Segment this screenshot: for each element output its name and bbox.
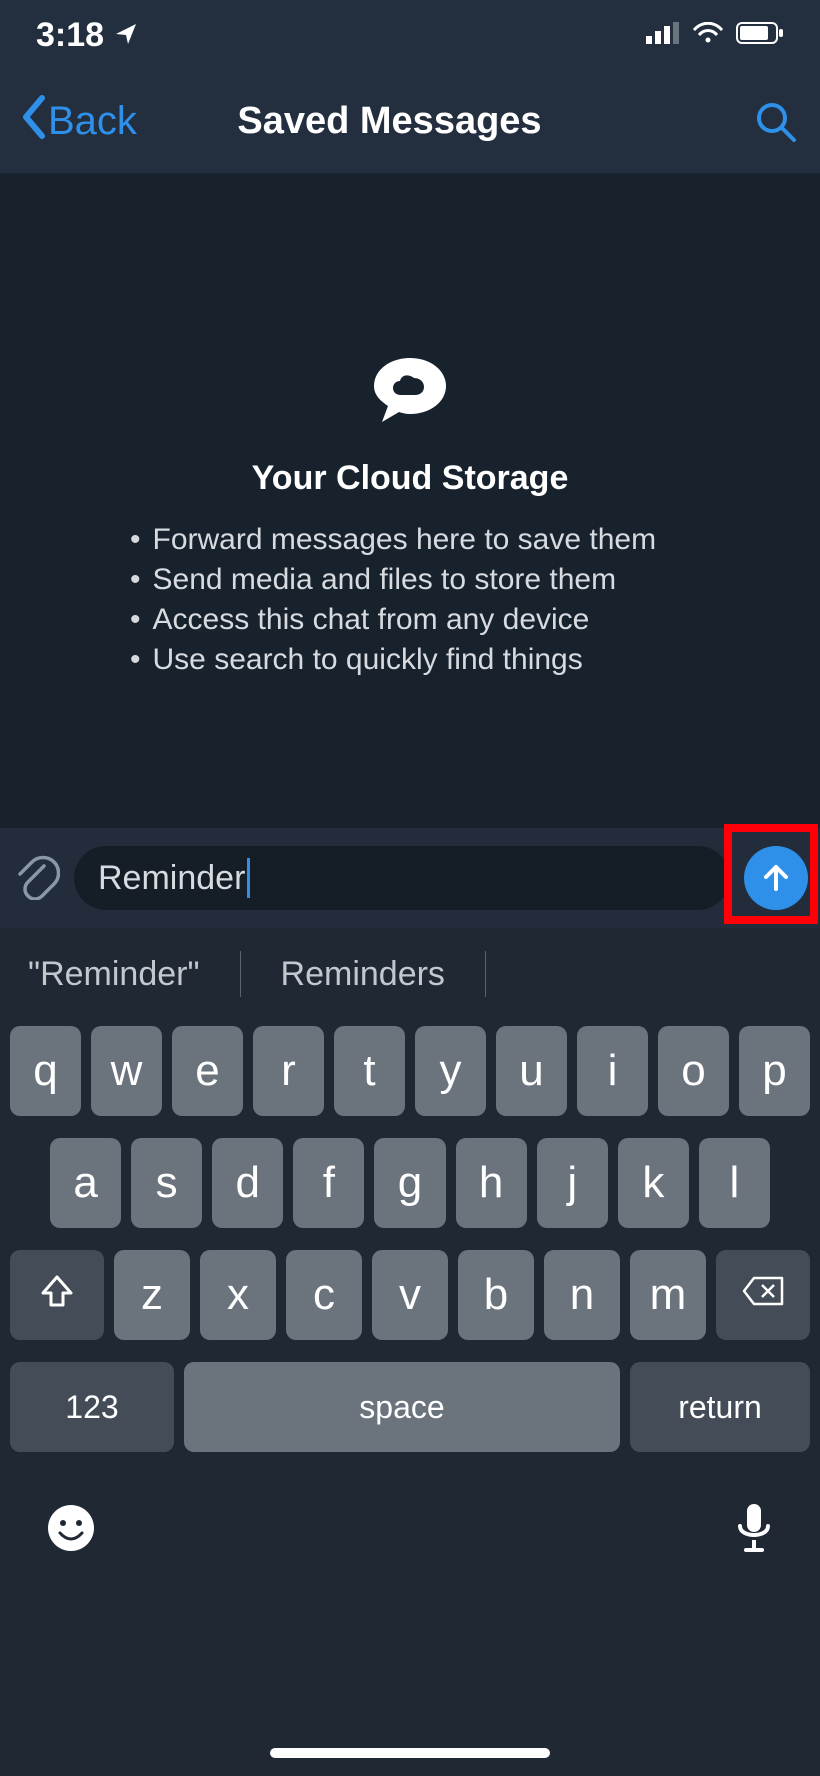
- key-p[interactable]: p: [739, 1026, 810, 1116]
- key-row-1: q w e r t y u i o p: [10, 1026, 810, 1116]
- suggestion-separator: [240, 951, 241, 997]
- key-e[interactable]: e: [172, 1026, 243, 1116]
- suggestion-item[interactable]: "Reminder": [28, 955, 200, 994]
- keyboard-suggestions: "Reminder" Reminders: [0, 928, 820, 1020]
- key-s[interactable]: s: [131, 1138, 202, 1228]
- shift-key[interactable]: [10, 1250, 104, 1340]
- key-h[interactable]: h: [456, 1138, 527, 1228]
- status-icons: [646, 22, 784, 49]
- key-a[interactable]: a: [50, 1138, 121, 1228]
- empty-state-bullet: Use search to quickly find things: [130, 640, 690, 680]
- message-composer: Reminder: [0, 828, 820, 928]
- key-row-3: z x c v b n m: [10, 1250, 810, 1340]
- key-u[interactable]: u: [496, 1026, 567, 1116]
- home-indicator[interactable]: [270, 1748, 550, 1758]
- key-f[interactable]: f: [293, 1138, 364, 1228]
- cloud-bubble-icon: [368, 354, 452, 431]
- shift-icon: [39, 1273, 75, 1317]
- key-y[interactable]: y: [415, 1026, 486, 1116]
- emoji-button[interactable]: [46, 1503, 96, 1558]
- message-input-value: Reminder: [98, 859, 245, 898]
- key-b[interactable]: b: [458, 1250, 534, 1340]
- message-input[interactable]: Reminder: [74, 846, 730, 910]
- battery-icon: [736, 22, 784, 49]
- page-title: Saved Messages: [27, 100, 752, 143]
- return-key[interactable]: return: [630, 1362, 810, 1452]
- empty-state-bullet: Send media and files to store them: [130, 560, 690, 600]
- key-row-4: 123 space return: [10, 1362, 810, 1452]
- key-l[interactable]: l: [699, 1138, 770, 1228]
- search-button[interactable]: [752, 98, 800, 146]
- key-i[interactable]: i: [577, 1026, 648, 1116]
- keyboard: "Reminder" Reminders q w e r t y u i o p…: [0, 928, 820, 1776]
- chat-empty-state: Your Cloud Storage Forward messages here…: [0, 174, 820, 828]
- paperclip-icon[interactable]: [12, 852, 60, 905]
- status-time: 3:18: [36, 16, 104, 55]
- empty-state-bullets: Forward messages here to save them Send …: [130, 520, 690, 680]
- arrow-up-icon: [758, 859, 794, 898]
- status-bar: 3:18: [0, 0, 820, 70]
- key-r[interactable]: r: [253, 1026, 324, 1116]
- key-z[interactable]: z: [114, 1250, 190, 1340]
- text-caret: [247, 858, 250, 898]
- key-x[interactable]: x: [200, 1250, 276, 1340]
- key-g[interactable]: g: [374, 1138, 445, 1228]
- dictation-button[interactable]: [734, 1502, 774, 1559]
- numbers-key[interactable]: 123: [10, 1362, 174, 1452]
- key-d[interactable]: d: [212, 1138, 283, 1228]
- suggestion-separator: [485, 951, 486, 997]
- location-arrow-icon: [114, 16, 138, 55]
- status-time-group: 3:18: [36, 16, 138, 55]
- empty-state-bullet: Forward messages here to save them: [130, 520, 690, 560]
- key-m[interactable]: m: [630, 1250, 706, 1340]
- space-key[interactable]: space: [184, 1362, 620, 1452]
- key-row-2: a s d f g h j k l: [10, 1138, 810, 1228]
- chat-header: Back Saved Messages: [0, 70, 820, 174]
- suggestion-item[interactable]: Reminders: [281, 955, 445, 994]
- key-q[interactable]: q: [10, 1026, 81, 1116]
- send-button[interactable]: [744, 846, 808, 910]
- key-t[interactable]: t: [334, 1026, 405, 1116]
- key-o[interactable]: o: [658, 1026, 729, 1116]
- backspace-icon: [742, 1276, 784, 1314]
- keyboard-bottom-row: [0, 1474, 820, 1559]
- key-w[interactable]: w: [91, 1026, 162, 1116]
- key-c[interactable]: c: [286, 1250, 362, 1340]
- cell-signal-icon: [646, 22, 680, 49]
- key-n[interactable]: n: [544, 1250, 620, 1340]
- key-k[interactable]: k: [618, 1138, 689, 1228]
- key-v[interactable]: v: [372, 1250, 448, 1340]
- backspace-key[interactable]: [716, 1250, 810, 1340]
- empty-state-bullet: Access this chat from any device: [130, 600, 690, 640]
- wifi-icon: [692, 22, 724, 49]
- key-j[interactable]: j: [537, 1138, 608, 1228]
- empty-state-heading: Your Cloud Storage: [252, 459, 569, 498]
